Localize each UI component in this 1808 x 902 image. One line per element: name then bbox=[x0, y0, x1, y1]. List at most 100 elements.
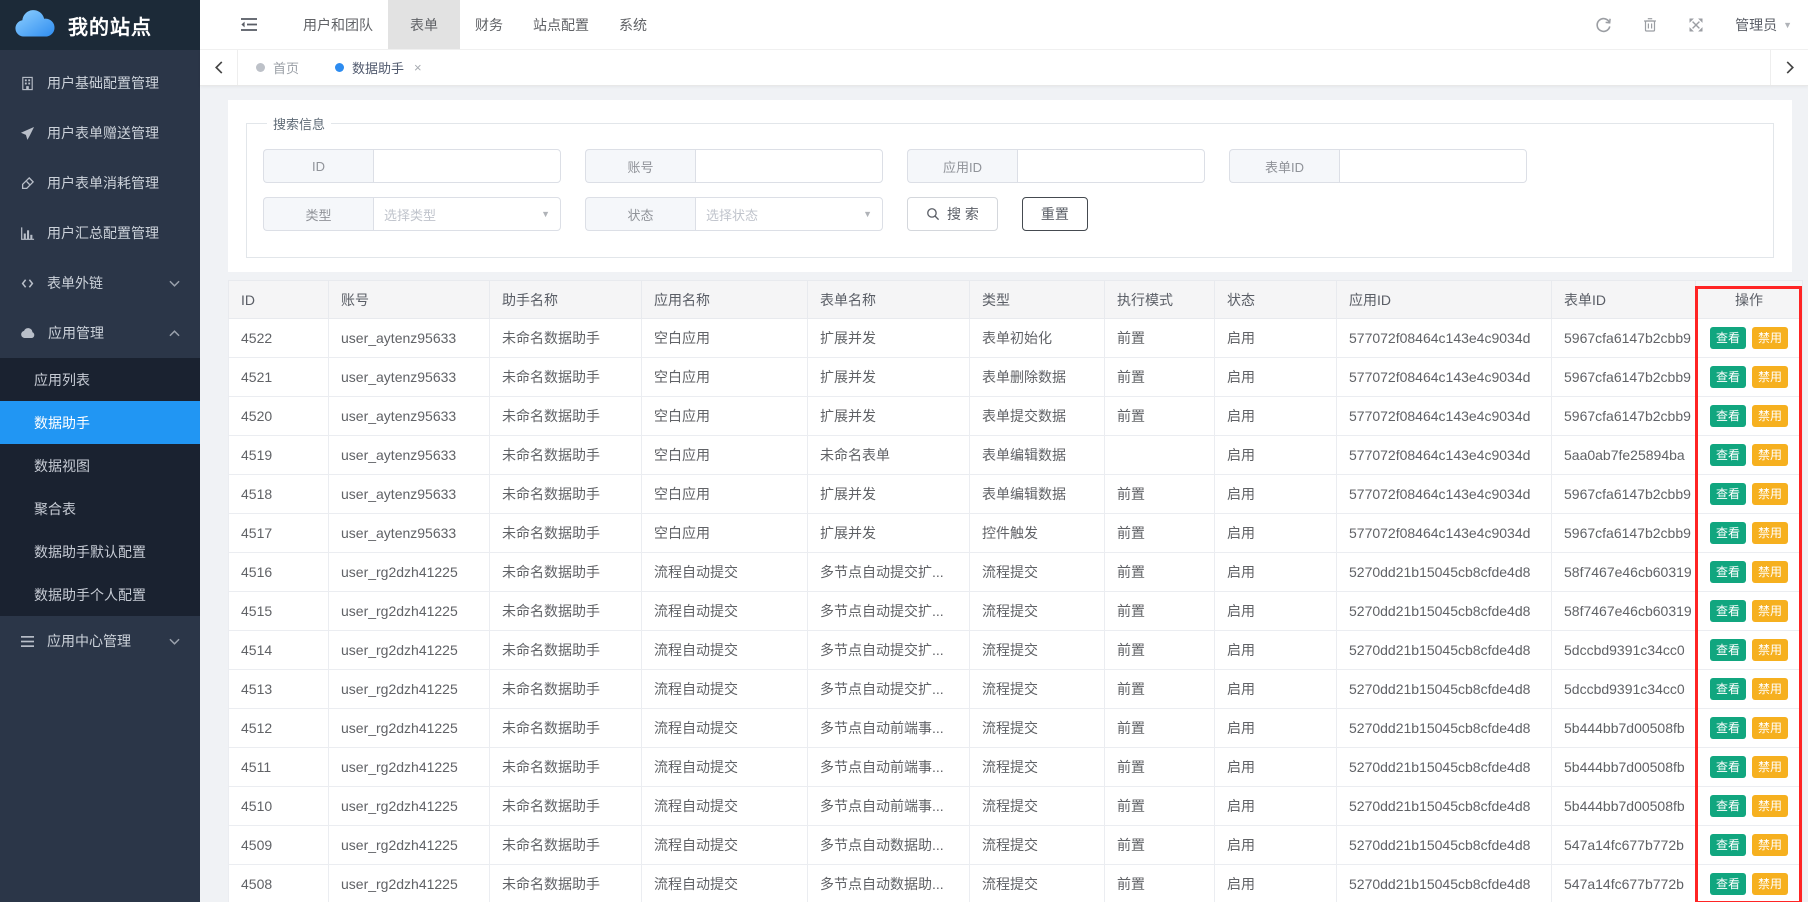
actions-cell: 查看禁用 bbox=[1696, 358, 1803, 397]
sidebar-item-用户汇总配置管理[interactable]: 用户汇总配置管理 bbox=[0, 208, 200, 258]
column-header-状态: 状态 bbox=[1215, 281, 1337, 319]
view-button[interactable]: 查看 bbox=[1710, 678, 1746, 700]
field-select-状态[interactable]: 选择状态▼ bbox=[695, 197, 883, 231]
disable-button[interactable]: 禁用 bbox=[1752, 834, 1788, 856]
disable-button[interactable]: 禁用 bbox=[1752, 639, 1788, 661]
view-button[interactable]: 查看 bbox=[1710, 483, 1746, 505]
disable-button[interactable]: 禁用 bbox=[1752, 756, 1788, 778]
sidebar-subitem-数据助手[interactable]: 数据助手 bbox=[0, 401, 200, 444]
disable-button[interactable]: 禁用 bbox=[1752, 717, 1788, 739]
nav-item-用户和团队[interactable]: 用户和团队 bbox=[288, 0, 388, 49]
view-button[interactable]: 查看 bbox=[1710, 327, 1746, 349]
field-input-表单ID[interactable] bbox=[1339, 149, 1527, 183]
disable-button[interactable]: 禁用 bbox=[1752, 522, 1788, 544]
view-button[interactable]: 查看 bbox=[1710, 366, 1746, 388]
view-button[interactable]: 查看 bbox=[1710, 405, 1746, 427]
sidebar-item-用户表单消耗管理[interactable]: 用户表单消耗管理 bbox=[0, 158, 200, 208]
cell: 流程提交 bbox=[970, 826, 1105, 865]
site-logo[interactable]: 我的站点 bbox=[0, 0, 200, 50]
disable-button[interactable]: 禁用 bbox=[1752, 405, 1788, 427]
refresh-icon[interactable] bbox=[1595, 16, 1612, 33]
nav-item-财务[interactable]: 财务 bbox=[460, 0, 518, 49]
tabs-scroll-right-icon[interactable] bbox=[1770, 50, 1808, 85]
cell: 未命名数据助手 bbox=[490, 787, 642, 826]
view-button[interactable]: 查看 bbox=[1710, 522, 1746, 544]
sidebar-collapse-icon[interactable] bbox=[240, 0, 258, 49]
view-button[interactable]: 查看 bbox=[1710, 561, 1746, 583]
field-表单ID: 表单ID bbox=[1229, 149, 1527, 183]
field-label: 应用ID bbox=[907, 149, 1017, 183]
nav-item-系统[interactable]: 系统 bbox=[604, 0, 662, 49]
tabs-scroll-left-icon[interactable] bbox=[200, 50, 238, 85]
tab-close-icon[interactable]: × bbox=[414, 60, 422, 75]
cell: 空白应用 bbox=[642, 475, 808, 514]
cell: 启用 bbox=[1215, 475, 1337, 514]
cell: 4511 bbox=[229, 748, 329, 787]
sidebar-subitem-数据视图[interactable]: 数据视图 bbox=[0, 444, 200, 487]
field-select-类型[interactable]: 选择类型▼ bbox=[373, 197, 561, 231]
cell: 4518 bbox=[229, 475, 329, 514]
disable-button[interactable]: 禁用 bbox=[1752, 561, 1788, 583]
disable-button[interactable]: 禁用 bbox=[1752, 444, 1788, 466]
cell: 流程提交 bbox=[970, 553, 1105, 592]
view-button[interactable]: 查看 bbox=[1710, 639, 1746, 661]
nav-item-表单[interactable]: 表单 bbox=[388, 0, 460, 49]
sidebar-item-用户表单赠送管理[interactable]: 用户表单赠送管理 bbox=[0, 108, 200, 158]
field-input-ID[interactable] bbox=[373, 149, 561, 183]
sidebar-item-用户基础配置管理[interactable]: 用户基础配置管理 bbox=[0, 58, 200, 108]
disable-button[interactable]: 禁用 bbox=[1752, 678, 1788, 700]
cell: 前置 bbox=[1105, 787, 1215, 826]
cell: user_rg2dzh41225 bbox=[329, 748, 490, 787]
disable-button[interactable]: 禁用 bbox=[1752, 483, 1788, 505]
view-button[interactable]: 查看 bbox=[1710, 795, 1746, 817]
view-button[interactable]: 查看 bbox=[1710, 717, 1746, 739]
tab-dot-icon bbox=[335, 63, 344, 72]
disable-button[interactable]: 禁用 bbox=[1752, 327, 1788, 349]
view-button[interactable]: 查看 bbox=[1710, 756, 1746, 778]
fullscreen-icon[interactable] bbox=[1688, 17, 1704, 33]
trash-icon[interactable] bbox=[1642, 16, 1658, 33]
sidebar-item-label: 应用中心管理 bbox=[47, 631, 131, 651]
view-button[interactable]: 查看 bbox=[1710, 444, 1746, 466]
disable-button[interactable]: 禁用 bbox=[1752, 366, 1788, 388]
tab-首页[interactable]: 首页 bbox=[238, 50, 317, 85]
sidebar-item-应用管理[interactable]: 应用管理 bbox=[0, 308, 200, 358]
tab-数据助手[interactable]: 数据助手× bbox=[317, 50, 440, 85]
cell: 启用 bbox=[1215, 748, 1337, 787]
sidebar-item-应用中心管理[interactable]: 应用中心管理 bbox=[0, 616, 200, 666]
reset-button[interactable]: 重置 bbox=[1022, 197, 1088, 231]
field-input-应用ID[interactable] bbox=[1017, 149, 1205, 183]
search-button[interactable]: 搜 索 bbox=[907, 197, 998, 231]
cell: 577072f08464c143e4c9034d bbox=[1337, 475, 1552, 514]
view-button[interactable]: 查看 bbox=[1710, 600, 1746, 622]
cell: 4510 bbox=[229, 787, 329, 826]
column-header-应用ID: 应用ID bbox=[1337, 281, 1552, 319]
actions-cell: 查看禁用 bbox=[1696, 709, 1803, 748]
view-button[interactable]: 查看 bbox=[1710, 834, 1746, 856]
sidebar-subitem-应用列表[interactable]: 应用列表 bbox=[0, 358, 200, 401]
sidebar-subitem-聚合表[interactable]: 聚合表 bbox=[0, 487, 200, 530]
cell: 流程提交 bbox=[970, 592, 1105, 631]
column-header-账号: 账号 bbox=[329, 281, 490, 319]
user-dropdown[interactable]: 管理员 ▼ bbox=[1735, 15, 1792, 35]
sidebar-item-表单外链[interactable]: 表单外链 bbox=[0, 258, 200, 308]
cell: 5dccbd9391c34cc0 bbox=[1552, 631, 1696, 670]
sidebar-subitem-数据助手默认配置[interactable]: 数据助手默认配置 bbox=[0, 530, 200, 573]
nav-item-站点配置[interactable]: 站点配置 bbox=[518, 0, 604, 49]
cell: user_rg2dzh41225 bbox=[329, 670, 490, 709]
sidebar-item-label: 用户汇总配置管理 bbox=[47, 223, 159, 243]
disable-button[interactable]: 禁用 bbox=[1752, 600, 1788, 622]
cell: 4522 bbox=[229, 319, 329, 358]
disable-button[interactable]: 禁用 bbox=[1752, 795, 1788, 817]
cell: 577072f08464c143e4c9034d bbox=[1337, 436, 1552, 475]
actions-cell: 查看禁用 bbox=[1696, 397, 1803, 436]
view-button[interactable]: 查看 bbox=[1710, 873, 1746, 895]
disable-button[interactable]: 禁用 bbox=[1752, 873, 1788, 895]
field-input-账号[interactable] bbox=[695, 149, 883, 183]
app-root: 我的站点 用户和团队表单财务站点配置系统 管理员 ▼ 用户基础配置管理用户表单赠… bbox=[0, 0, 1808, 902]
cell: 多节点自动提交扩... bbox=[808, 592, 970, 631]
sidebar-subitem-数据助手个人配置[interactable]: 数据助手个人配置 bbox=[0, 573, 200, 616]
cell: user_aytenz95633 bbox=[329, 358, 490, 397]
main-layout: 用户基础配置管理用户表单赠送管理用户表单消耗管理用户汇总配置管理表单外链应用管理… bbox=[0, 50, 1808, 902]
cell: 前置 bbox=[1105, 826, 1215, 865]
